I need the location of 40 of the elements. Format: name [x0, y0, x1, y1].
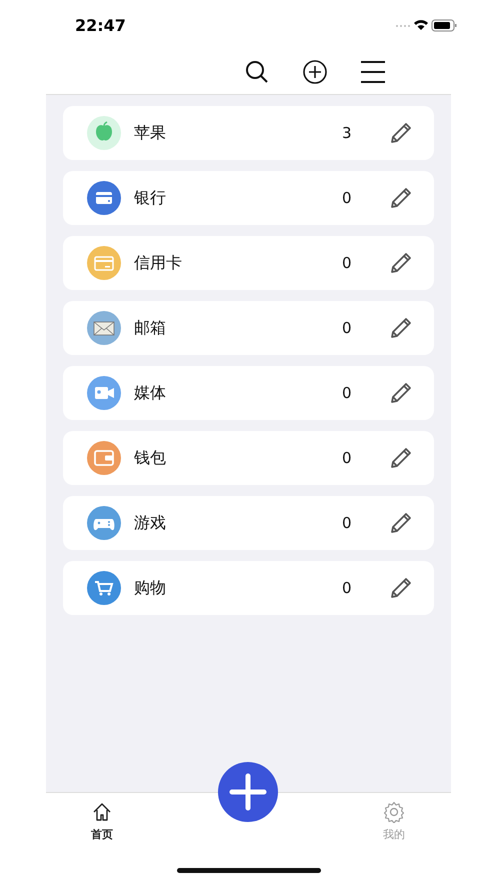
category-name: 邮箱	[134, 318, 167, 338]
edit-icon[interactable]	[388, 380, 414, 406]
edit-icon[interactable]	[388, 445, 414, 471]
edit-icon[interactable]	[388, 510, 414, 536]
edit-icon[interactable]	[388, 575, 414, 601]
tab[interactable]: 首页	[91, 801, 113, 845]
edit-icon[interactable]	[388, 185, 414, 211]
search-icon[interactable]	[244, 59, 270, 85]
add-icon[interactable]	[302, 59, 328, 85]
category-row[interactable]: 苹果 3	[63, 106, 434, 160]
category-row[interactable]: 信用卡 0	[63, 236, 434, 290]
edit-icon[interactable]	[388, 315, 414, 341]
item-count: 0	[342, 189, 353, 207]
edit-icon[interactable]	[388, 250, 414, 276]
category-name: 媒体	[134, 382, 167, 404]
edit-icon[interactable]	[388, 120, 414, 146]
category-row[interactable]: 银行 0	[63, 171, 434, 225]
menu-icon[interactable]	[360, 59, 386, 85]
category-name: 钱包	[134, 448, 167, 468]
category-name: 信用卡	[134, 252, 183, 274]
home-icon	[91, 801, 113, 823]
category-name: 购物	[134, 578, 167, 598]
category-row[interactable]: 游戏 0	[63, 496, 434, 550]
item-count: 0	[342, 579, 353, 597]
status-time: 22:47	[75, 16, 127, 34]
category-name: 苹果	[134, 122, 167, 144]
category-row[interactable]: 邮箱 0	[63, 301, 434, 355]
category-row[interactable]: 购物 0	[63, 561, 434, 615]
settings-icon	[383, 801, 405, 823]
category-row[interactable]: 钱包 0	[63, 431, 434, 485]
status-icons-drawing	[395, 18, 457, 32]
item-count: 3	[342, 124, 353, 142]
item-count: 0	[342, 254, 353, 272]
item-count: 0	[342, 514, 353, 532]
category-name: 游戏	[134, 512, 167, 534]
category-row[interactable]: 媒体 0	[63, 366, 434, 420]
item-count: 0	[342, 449, 353, 467]
item-count: 0	[342, 384, 353, 402]
item-count: 0	[342, 319, 353, 337]
category-name: 银行	[134, 188, 167, 208]
